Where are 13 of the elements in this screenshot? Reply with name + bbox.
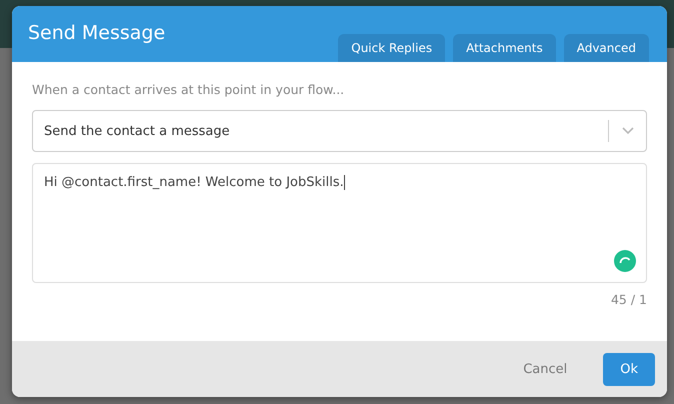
loading-icon xyxy=(614,250,636,272)
cancel-button[interactable]: Cancel xyxy=(507,352,584,386)
character-counter: 45 / 1 xyxy=(610,292,647,307)
dialog-title: Send Message xyxy=(28,22,166,44)
tab[interactable]: Quick Replies xyxy=(338,34,446,62)
ok-button[interactable]: Ok xyxy=(603,352,655,386)
tab[interactable]: Attachments xyxy=(453,34,556,62)
prompt-text: When a contact arrives at this point in your flow... xyxy=(32,82,346,97)
chevron-down-icon xyxy=(622,127,634,135)
action-select[interactable]: Send the contact a message xyxy=(32,110,647,152)
message-text: Hi @contact.first_name! Welcome to JobSkills. xyxy=(44,175,345,190)
tab[interactable]: Advanced xyxy=(564,34,649,62)
message-field[interactable]: Hi @contact.first_name! Welcome to JobSkills. xyxy=(32,163,647,283)
